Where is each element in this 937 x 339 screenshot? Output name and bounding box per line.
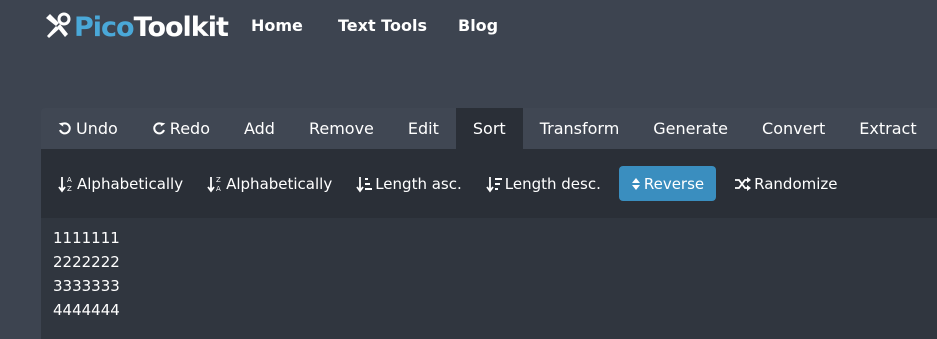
sort-length-asc-label: Length asc. [375,174,462,193]
tab-generate-label: Generate [653,119,729,138]
sort-alpha-asc-button[interactable]: A Z Alphabetically [52,166,189,201]
svg-text:A: A [67,176,72,184]
sort-reverse-button[interactable]: Reverse [618,166,717,201]
tools-icon [46,12,71,38]
sort-length-asc-icon [356,175,373,193]
sort-toolbar: A Z Alphabetically Z A Alphabetically Le… [41,149,937,218]
tab-edit-label: Edit [407,119,439,138]
tab-extract[interactable]: Extract [842,108,933,149]
navbar: Pico Toolkit Home Text Tools Blog [0,0,937,56]
nav-text-tools[interactable]: Text Tools [338,16,427,35]
tab-remove[interactable]: Remove [292,108,391,149]
text-editor[interactable]: 1111111 2222222 3333333 4444444 [41,218,937,339]
sort-alpha-asc-label: Alphabetically [77,174,184,193]
logo-pico-text: Pico [74,11,135,43]
sort-length-desc-button[interactable]: Length desc. [480,166,607,201]
tab-redo[interactable]: Redo [135,108,227,149]
tab-generate[interactable]: Generate [636,108,745,149]
tab-bar: Undo Redo Add Remove Edit Sort Transform… [41,108,937,149]
tab-extract-label: Extract [859,119,917,138]
tab-sort-label: Sort [472,119,506,138]
sort-alpha-asc-icon: A Z [58,175,74,193]
sort-alpha-desc-button[interactable]: Z A Alphabetically [201,166,338,201]
tab-undo-label: Undo [76,119,118,138]
tool-panel: Undo Redo Add Remove Edit Sort Transform… [41,108,937,339]
nav-blog[interactable]: Blog [458,16,498,35]
editor-line: 3333333 [53,277,120,295]
sort-randomize-label: Randomize [754,174,838,193]
sort-icon [631,177,641,191]
tab-edit[interactable]: Edit [391,108,456,149]
sort-randomize-button[interactable]: Randomize [728,166,843,201]
nav-home[interactable]: Home [251,16,303,35]
tab-transform[interactable]: Transform [523,108,637,149]
shuffle-icon [734,176,752,191]
sort-length-desc-icon [486,175,502,193]
svg-text:A: A [216,185,221,193]
tab-undo[interactable]: Undo [41,108,135,149]
sort-alpha-desc-icon: Z A [207,175,223,193]
tab-sort[interactable]: Sort [455,108,523,149]
tab-redo-label: Redo [169,119,210,138]
tab-convert[interactable]: Convert [745,108,842,149]
sort-alpha-desc-label: Alphabetically [226,174,333,193]
redo-icon [153,121,166,134]
editor-line: 1111111 [53,229,120,247]
logo[interactable]: Pico Toolkit [42,10,229,44]
editor-line: 4444444 [53,301,120,319]
sort-length-desc-label: Length desc. [504,174,601,193]
logo-toolkit-text: Toolkit [133,11,229,43]
svg-text:Z: Z [67,185,72,193]
tab-convert-label: Convert [762,119,826,138]
sort-length-asc-button[interactable]: Length asc. [350,166,468,201]
tab-add[interactable]: Add [227,108,292,149]
tab-add-label: Add [243,119,275,138]
sort-reverse-label: Reverse [643,174,705,193]
tab-remove-label: Remove [308,119,374,138]
tab-transform-label: Transform [539,119,620,138]
svg-text:Z: Z [216,176,221,184]
editor-line: 2222222 [53,253,120,271]
undo-icon [58,121,71,134]
